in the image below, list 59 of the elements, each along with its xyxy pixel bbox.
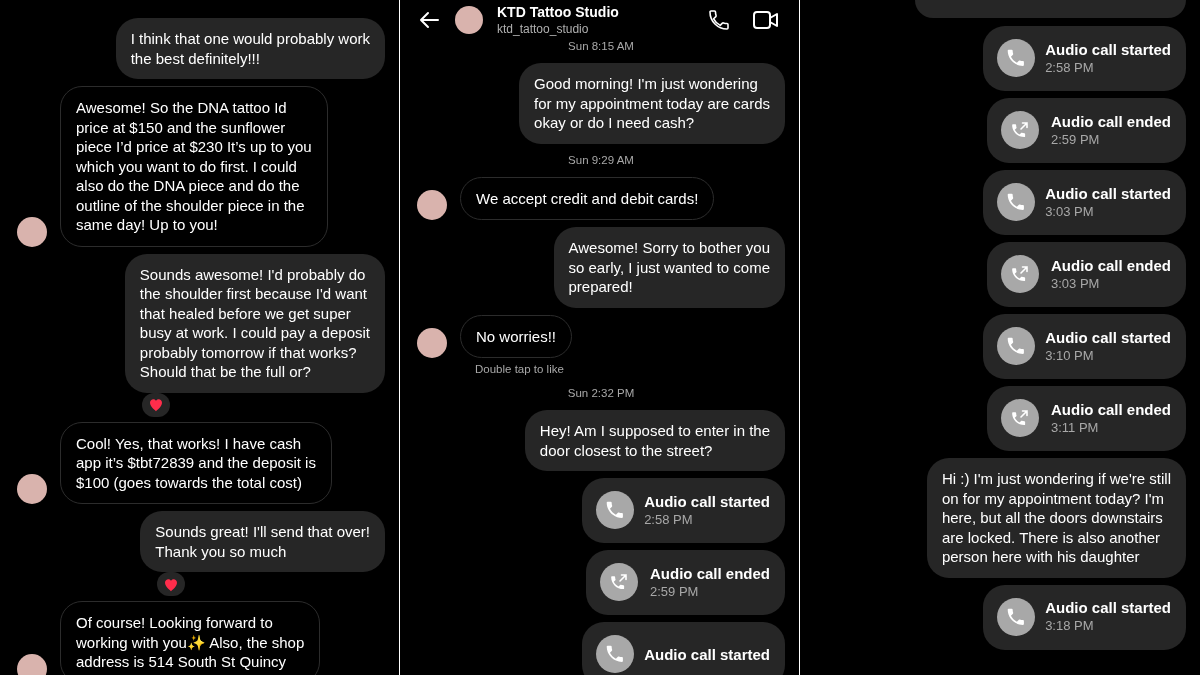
call-log-bubble[interactable]: Audio call started 3:03 PM [983, 170, 1186, 235]
call-log-bubble[interactable]: Audio call started 3:10 PM [983, 314, 1186, 379]
call-title: Audio call started [644, 644, 770, 664]
call-title: Audio call started [644, 491, 770, 511]
call-time: 2:58 PM [644, 510, 694, 529]
call-title: Audio call started [1045, 327, 1171, 347]
phone-call-icon[interactable] [707, 8, 731, 32]
sent-message: Good morning! I'm just wondering for my appointment today are cards okay or do I need cash? [519, 63, 785, 144]
received-message: Cool! Yes, that works! I have cash app it’s $tbt72839 and the deposit is $100 (goes towards the total cost) [60, 421, 332, 504]
message-timestamp: Sun 8:15 AM [568, 40, 634, 52]
contact-username: ktd_tattoo_studio [497, 22, 590, 36]
avatar-image[interactable] [417, 328, 447, 358]
sent-message: Sounds great! I'll send that over! Thank you so much [140, 511, 385, 572]
contact-name: KTD Tattoo Studio [497, 4, 619, 20]
message-timestamp: Sun 9:29 AM [568, 153, 634, 166]
call-time: 3:18 PM [1045, 617, 1095, 635]
video-call-icon[interactable] [753, 9, 779, 31]
call-log-bubble[interactable]: Audio call ended 2:59 PM [586, 550, 785, 615]
heart-reaction[interactable] [141, 392, 170, 417]
call-time: 3:10 PM [1045, 346, 1095, 365]
call-time: 2:59 PM [650, 582, 700, 601]
call-time: 2:59 PM [1051, 130, 1101, 149]
avatar-image[interactable] [17, 653, 47, 675]
call-log-bubble[interactable]: Audio call started [582, 622, 785, 675]
call-log-bubble[interactable]: Audio call started 2:58 PM [983, 26, 1186, 91]
avatar-image[interactable] [17, 474, 47, 504]
call-log-bubble[interactable]: Audio call ended 2:59 PM [987, 98, 1186, 163]
call-title: Audio call started [1045, 183, 1171, 203]
sent-message: Hey! Am I supposed to enter in the door closest to the street? [524, 410, 785, 471]
sent-message: Hi :) I'm just wondering if we're still on for my appointment today? I'm here, but all the doors downstairs are locked. There is also another person here with his daughter [926, 458, 1186, 578]
heart-reaction[interactable] [157, 572, 186, 596]
sent-message: Sounds awesome! I'd probably do the shoulder first because I'd want that healed before we get super busy at work. I could pay a deposit probably tomorrow if that works? Should that be the full or? [124, 253, 385, 393]
call-time: 3:03 PM [1051, 274, 1101, 293]
call-time: 2:58 PM [1045, 58, 1095, 77]
avatar-image[interactable] [17, 216, 47, 247]
heart-icon [147, 397, 164, 412]
avatar-image[interactable] [455, 6, 483, 34]
call-title: Audio call started [1045, 598, 1171, 617]
message-timestamp: Sun 2:32 PM [567, 387, 635, 399]
call-time: 3:11 PM [1051, 418, 1100, 437]
call-title: Audio call ended [1051, 255, 1171, 275]
call-log-bubble[interactable]: Audio call started 3:18 PM [983, 584, 1186, 650]
call-time: 3:03 PM [1045, 202, 1095, 221]
heart-icon [163, 576, 180, 592]
received-message: No worries!! [460, 314, 573, 358]
call-title: Audio call ended [1051, 399, 1171, 419]
call-title: Audio call ended [650, 563, 770, 583]
call-log-bubble[interactable]: Audio call started 2:58 PM [582, 478, 785, 543]
received-message: Of course! Looking forward to working with you✨ Also, the shop address is 514 South St Quincy [60, 601, 321, 675]
call-log-bubble[interactable]: Audio call ended 3:11 PM [987, 386, 1186, 451]
call-log-bubble[interactable]: Audio call ended 3:03 PM [987, 242, 1186, 307]
sent-message: I think that one would probably work the best definitely!!! [115, 18, 385, 79]
call-title: Audio call started [1045, 39, 1171, 59]
call-title: Audio call ended [1051, 111, 1171, 131]
double-tap-hint: Double tap to like [475, 363, 565, 375]
sent-message: Awesome! Sorry to bother you so early, I just wanted to come prepared! [553, 227, 785, 308]
received-message: We accept credit and debit cards! [460, 176, 715, 220]
received-message: Awesome! So the DNA tattoo Id price at $150 and the sunflower piece I’d price at $230 It’s up to you which you want to do first. I could also do the DNA piece and do the outline of the shoulder piece in the same day! Up to you! [60, 86, 328, 247]
avatar-image[interactable] [417, 190, 447, 220]
